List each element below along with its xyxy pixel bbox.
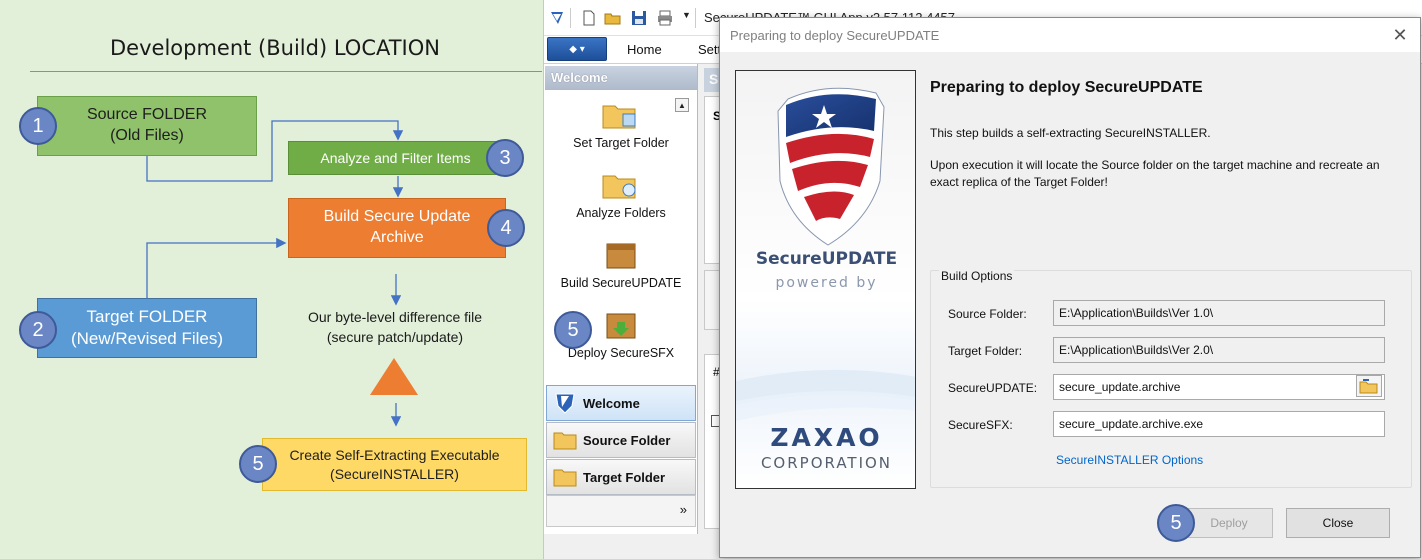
secureupdate-file-field[interactable]: secure_update.archive (1053, 374, 1385, 400)
app-logo-icon (551, 12, 563, 24)
target-folder-line1: Target FOLDER (86, 306, 208, 326)
create-sfx-line1: Create Self-Extracting Executable (289, 447, 500, 464)
folder-analyze-icon (602, 175, 636, 199)
source-folder-line2: (Old Files) (110, 127, 184, 144)
product-banner: SecureUPDATE powered by ZAXAO CORPORATIO… (735, 70, 916, 489)
source-folder-line1: Source FOLDER (86, 106, 208, 124)
toolbar-customize-icon[interactable]: ▼ (682, 10, 691, 20)
create-sfx-line2: (SecureINSTALLER) (330, 465, 459, 482)
nav-pane-welcome-label: Welcome (583, 395, 640, 411)
step-badge-2: 2 (19, 311, 57, 349)
new-file-icon[interactable] (580, 9, 598, 27)
target-folder-label: Target Folder: (948, 344, 1023, 358)
securesfx-file-field[interactable]: secure_update.archive.exe (1053, 411, 1385, 437)
source-folder-field[interactable]: E:\Application\Builds\Ver 1.0\ (1053, 300, 1385, 326)
step-badge-3: 3 (486, 139, 524, 177)
step-badge-5-nav: 5 (554, 311, 592, 349)
nav-pane-target-folder[interactable]: Target Folder (546, 459, 696, 495)
difference-file-text: Our byte-level difference file (secure p… (280, 307, 510, 348)
nav-pane-header: Welcome (545, 66, 697, 90)
box-icon (606, 243, 636, 269)
step-badge-4: 4 (487, 209, 525, 247)
browse-folder-icon (1359, 379, 1378, 394)
build-archive-line1: Build Secure Update (323, 208, 471, 226)
target-folder-field[interactable]: E:\Application\Builds\Ver 2.0\ (1053, 337, 1385, 363)
dialog-description-1: This step builds a self-extracting Secur… (930, 126, 1211, 140)
build-secureupdate-label: Build SecureUPDATE (560, 276, 682, 290)
dialog-heading: Preparing to deploy SecureUPDATE (930, 79, 1203, 96)
tab-settings[interactable]: Sett (698, 42, 721, 57)
nav-overflow-chevron-icon[interactable]: » (546, 495, 696, 527)
target-folder-line2: (New/Revised Files) (70, 329, 224, 348)
box-deploy-icon (606, 313, 636, 339)
target-folder-box: Target FOLDER (New/Revised Files) (37, 298, 257, 358)
deploy-securesfx-label: Deploy SecureSFX (567, 346, 675, 360)
source-folder-label: Source Folder: (948, 307, 1027, 321)
dialog-titlebar: Preparing to deploy SecureUPDATE ✕ (720, 18, 1420, 52)
dialog-description-2: Upon execution it will locate the Source… (930, 158, 1380, 190)
build-archive-box: Build Secure Update Archive (288, 198, 506, 258)
save-icon[interactable] (630, 9, 648, 27)
folder-cube-icon (602, 105, 636, 129)
analyze-filter-box: Analyze and Filter Items (288, 141, 503, 175)
difference-file-line1: Our byte-level difference file (307, 309, 483, 325)
build-options-title: Build Options (939, 269, 1015, 283)
nav-button-set-target-folder[interactable]: Set Target Folder (544, 98, 698, 150)
secureupdate-label: SecureUPDATE: (948, 381, 1038, 395)
analyze-folders-label: Analyze Folders (576, 206, 666, 220)
navigation-pane: Welcome ▲ Set Target Folder Analyze Fold… (544, 64, 698, 534)
dialog-title: Preparing to deploy SecureUPDATE (730, 28, 940, 43)
set-target-folder-label: Set Target Folder (573, 136, 669, 150)
application-menu-button[interactable]: ◆ ▾ (547, 37, 607, 61)
workflow-diagram: Development (Build) LOCATION Source FOLD… (0, 0, 543, 559)
secureinstaller-options-link[interactable]: SecureINSTALLER Options (1056, 453, 1203, 467)
nav-pane-target-folder-label: Target Folder (583, 469, 666, 485)
folder-icon (553, 432, 577, 450)
app-menu-icon: ◆ ▾ (569, 43, 585, 55)
banner-product-name: SecureUPDATE (755, 249, 898, 269)
open-folder-icon[interactable] (604, 9, 622, 27)
nav-pane-source-folder[interactable]: Source Folder (546, 422, 696, 458)
create-sfx-box: Create Self-Extracting Executable (Secure… (262, 438, 527, 491)
difference-file-line2: (secure patch/update) (326, 329, 464, 346)
close-button[interactable]: Close (1286, 508, 1390, 538)
deploy-dialog: Preparing to deploy SecureUPDATE ✕ Secur… (719, 17, 1421, 558)
nav-pane-source-folder-label: Source Folder (583, 432, 671, 448)
source-folder-box: Source FOLDER (Old Files) (37, 96, 257, 156)
analyze-filter-label: Analyze and Filter Items (320, 149, 471, 166)
step-badge-5: 5 (239, 445, 277, 483)
arrow-target-to-build (146, 237, 287, 298)
folder-icon (553, 469, 577, 487)
step-badge-5-deploy: 5 (1157, 504, 1195, 542)
browse-file-button[interactable] (1356, 375, 1382, 397)
shield-icon (555, 393, 575, 414)
nav-button-build-secureupdate[interactable]: Build SecureUPDATE (544, 238, 698, 290)
nav-pane-welcome[interactable]: Welcome (546, 385, 696, 421)
step-badge-1: 1 (19, 107, 57, 145)
nav-button-analyze-folders[interactable]: Analyze Folders (544, 168, 698, 220)
dialog-close-icon[interactable]: ✕ (1388, 24, 1412, 46)
tab-home[interactable]: Home (627, 42, 662, 57)
banner-company-name: ZAXAO (770, 423, 883, 452)
deploy-button[interactable]: Deploy (1185, 508, 1273, 538)
banner-company-sub: CORPORATION (760, 454, 893, 472)
build-archive-line2: Archive (370, 229, 424, 246)
print-icon[interactable] (656, 9, 674, 27)
banner-powered-by: powered by (775, 275, 878, 291)
triangle-marker (370, 358, 418, 395)
securesfx-label: SecureSFX: (948, 418, 1013, 432)
